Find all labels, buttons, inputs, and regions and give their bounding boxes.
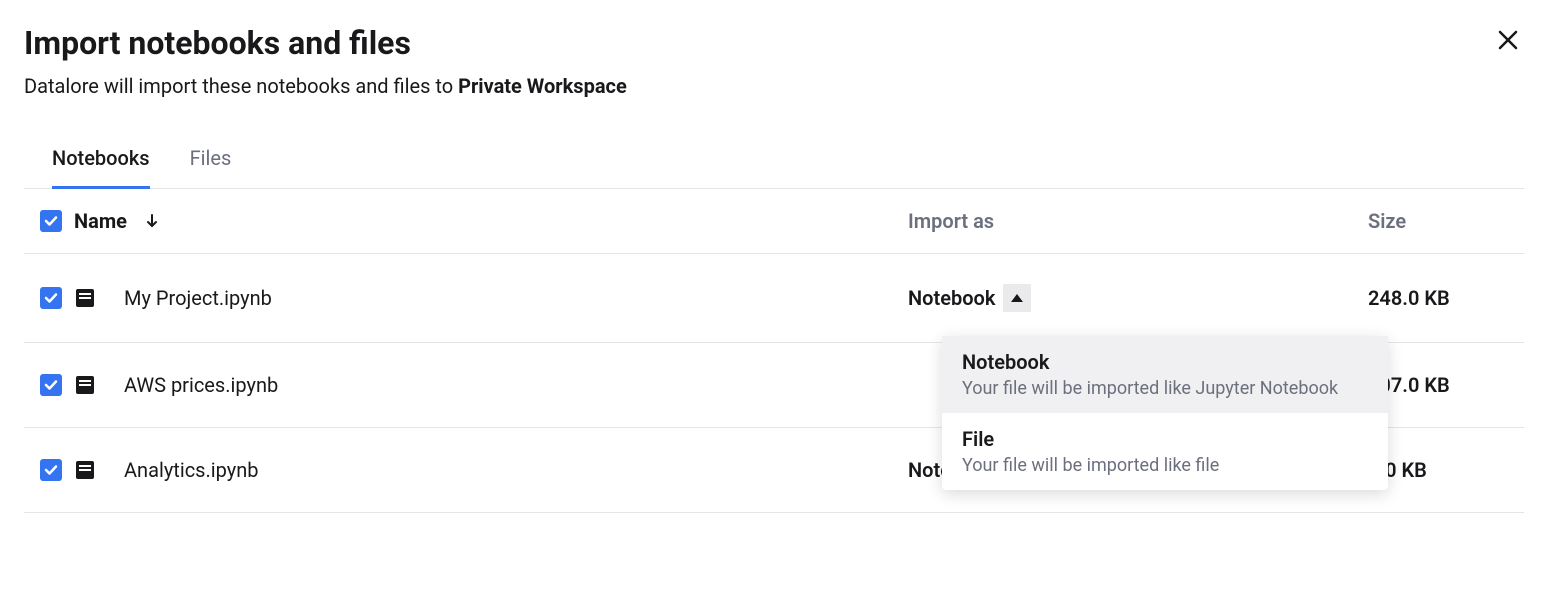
import-as-dropdown: Notebook Your file will be imported like… [942, 336, 1388, 490]
import-as-dropdown-toggle[interactable] [1003, 284, 1031, 312]
dialog-subtitle: Datalore will import these notebooks and… [24, 74, 1524, 98]
notebook-icon [74, 287, 96, 309]
sort-arrow-down-icon [145, 213, 159, 229]
check-icon [44, 378, 58, 392]
tab-notebooks[interactable]: Notebooks [52, 138, 150, 189]
filename: Analytics.ipynb [124, 458, 259, 482]
row-checkbox[interactable] [40, 287, 62, 309]
file-size: 248.0 KB [1368, 286, 1508, 310]
select-all-checkbox[interactable] [40, 210, 62, 232]
subtitle-prefix: Datalore will import these notebooks and… [24, 74, 458, 98]
table-header: Name Import as Size [24, 189, 1524, 254]
dropdown-option-desc: Your file will be imported like file [962, 455, 1368, 476]
column-header-import-as: Import as [908, 209, 1368, 233]
tab-files[interactable]: Files [190, 138, 232, 189]
dropdown-option-file[interactable]: File Your file will be imported like fil… [942, 413, 1388, 490]
dropdown-option-notebook[interactable]: Notebook Your file will be imported like… [942, 336, 1388, 413]
row-checkbox[interactable] [40, 374, 62, 396]
column-header-name[interactable]: Name [74, 209, 127, 233]
filename: AWS prices.ipynb [124, 373, 278, 397]
notebook-icon [74, 459, 96, 481]
close-button[interactable] [1492, 24, 1524, 60]
caret-up-icon [1011, 294, 1023, 302]
close-icon [1496, 28, 1520, 52]
filename: My Project.ipynb [124, 286, 272, 310]
notebook-icon [74, 374, 96, 396]
import-as-value: Notebook [908, 286, 995, 310]
file-size: 407.0 KB [1368, 373, 1508, 397]
check-icon [44, 214, 58, 228]
table-row: My Project.ipynb Notebook 248.0 KB [24, 254, 1524, 343]
dialog-title: Import notebooks and files [24, 24, 411, 62]
subtitle-workspace: Private Workspace [458, 74, 627, 98]
row-checkbox[interactable] [40, 459, 62, 481]
column-header-size: Size [1368, 209, 1508, 233]
file-size: 2.0 KB [1368, 458, 1508, 482]
check-icon [44, 291, 58, 305]
tab-bar: Notebooks Files [24, 138, 1524, 189]
check-icon [44, 463, 58, 477]
dropdown-option-title: Notebook [962, 350, 1368, 374]
dropdown-option-desc: Your file will be imported like Jupyter … [962, 378, 1368, 399]
dropdown-option-title: File [962, 427, 1368, 451]
